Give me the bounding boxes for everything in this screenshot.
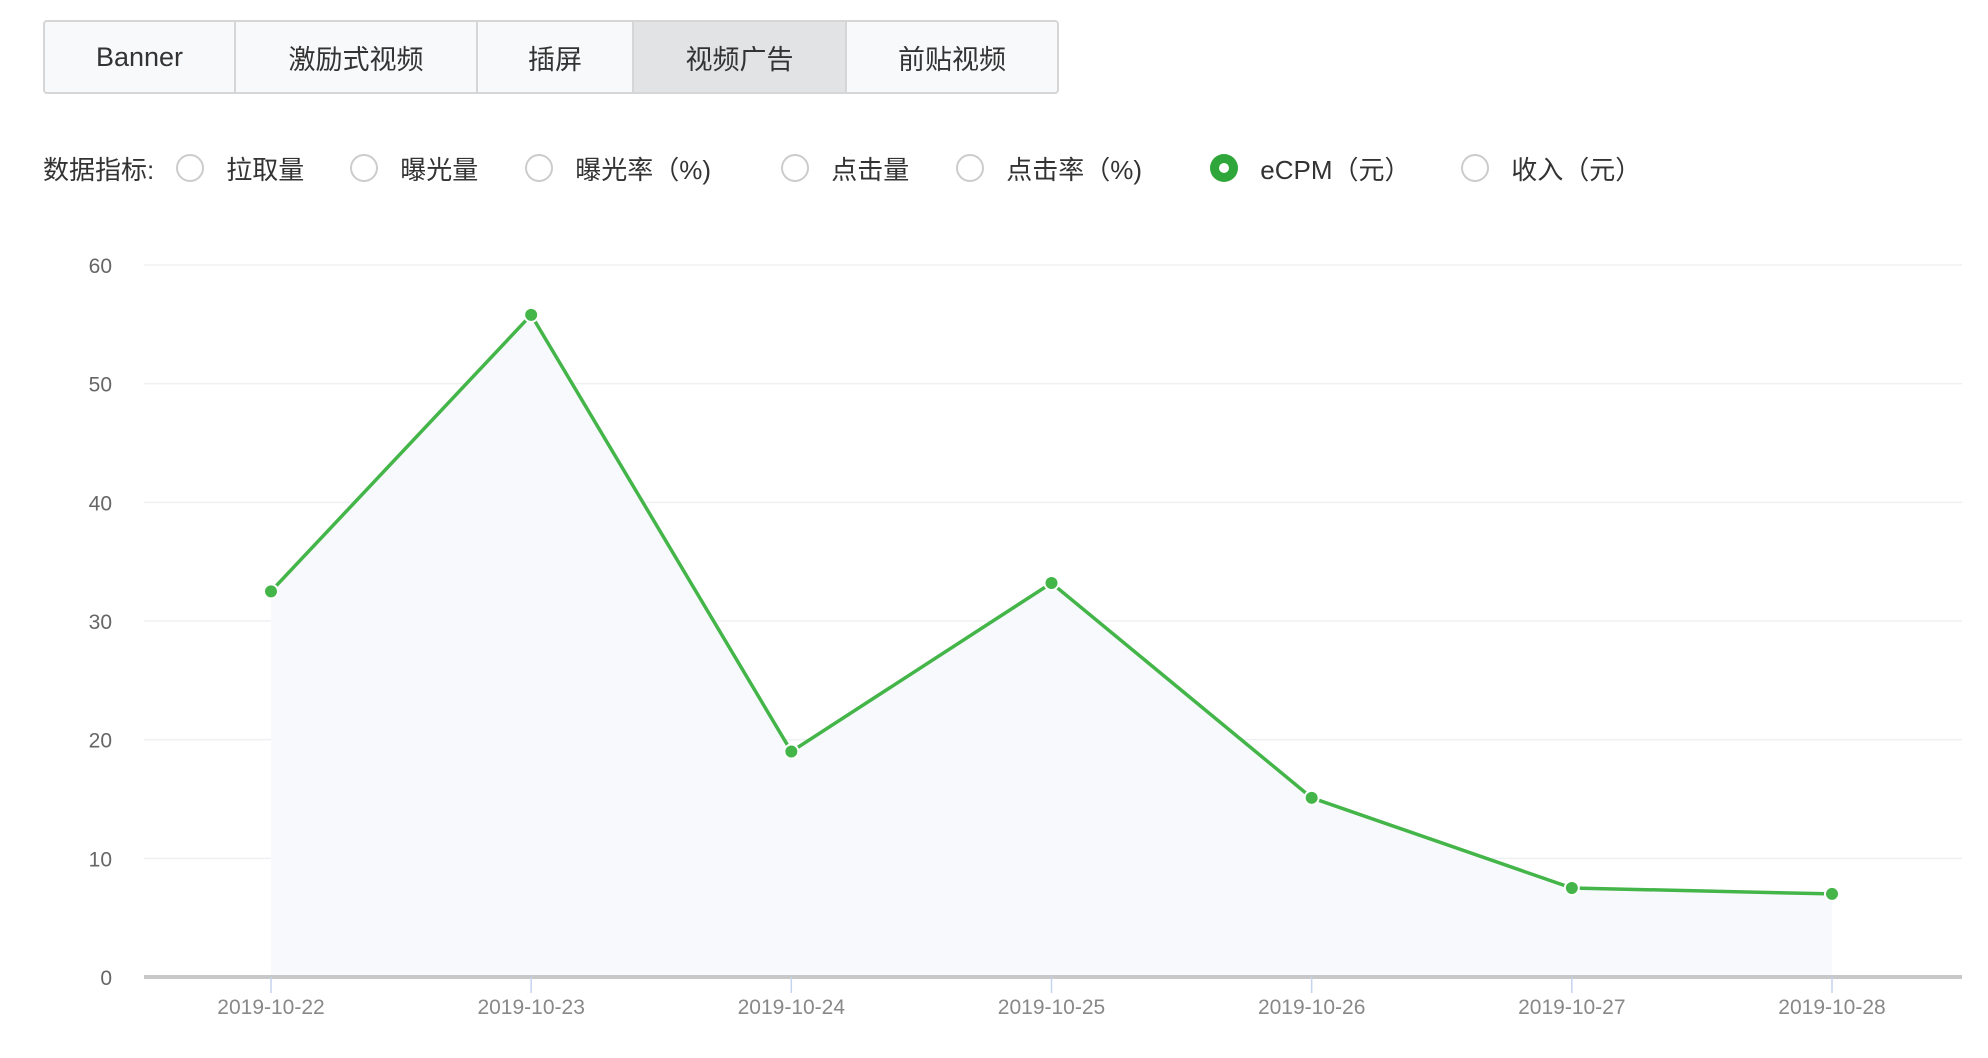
data-point [263, 583, 279, 600]
data-point [1563, 880, 1580, 896]
y-tick-label: 10 [89, 848, 112, 871]
x-tick-label: 2019-10-28 [1778, 996, 1885, 1019]
y-tick-label: 0 [100, 967, 112, 990]
y-tick-label: 50 [89, 374, 112, 397]
data-point [523, 306, 540, 323]
x-tick-label: 2019-10-26 [1258, 996, 1365, 1019]
y-tick-label: 60 [89, 255, 112, 278]
x-tick-label: 2019-10-27 [1518, 996, 1625, 1019]
data-point [1303, 789, 1320, 806]
data-point [1824, 885, 1840, 902]
data-point [783, 743, 800, 760]
y-tick-label: 30 [89, 611, 112, 634]
y-tick-label: 20 [89, 730, 112, 753]
x-tick-label: 2019-10-22 [217, 996, 324, 1019]
ecpm-line-chart: 0 10 20 30 40 50 60 2019-10-22 2019-10-23 2019-10… [89, 255, 1962, 1019]
x-tick-label: 2019-10-25 [998, 996, 1105, 1019]
x-tick-label: 2019-10-24 [738, 996, 846, 1019]
area-fill [271, 314, 1832, 978]
y-tick-label: 40 [89, 492, 112, 515]
x-tick-label: 2019-10-23 [477, 996, 584, 1019]
data-point [1043, 575, 1060, 592]
